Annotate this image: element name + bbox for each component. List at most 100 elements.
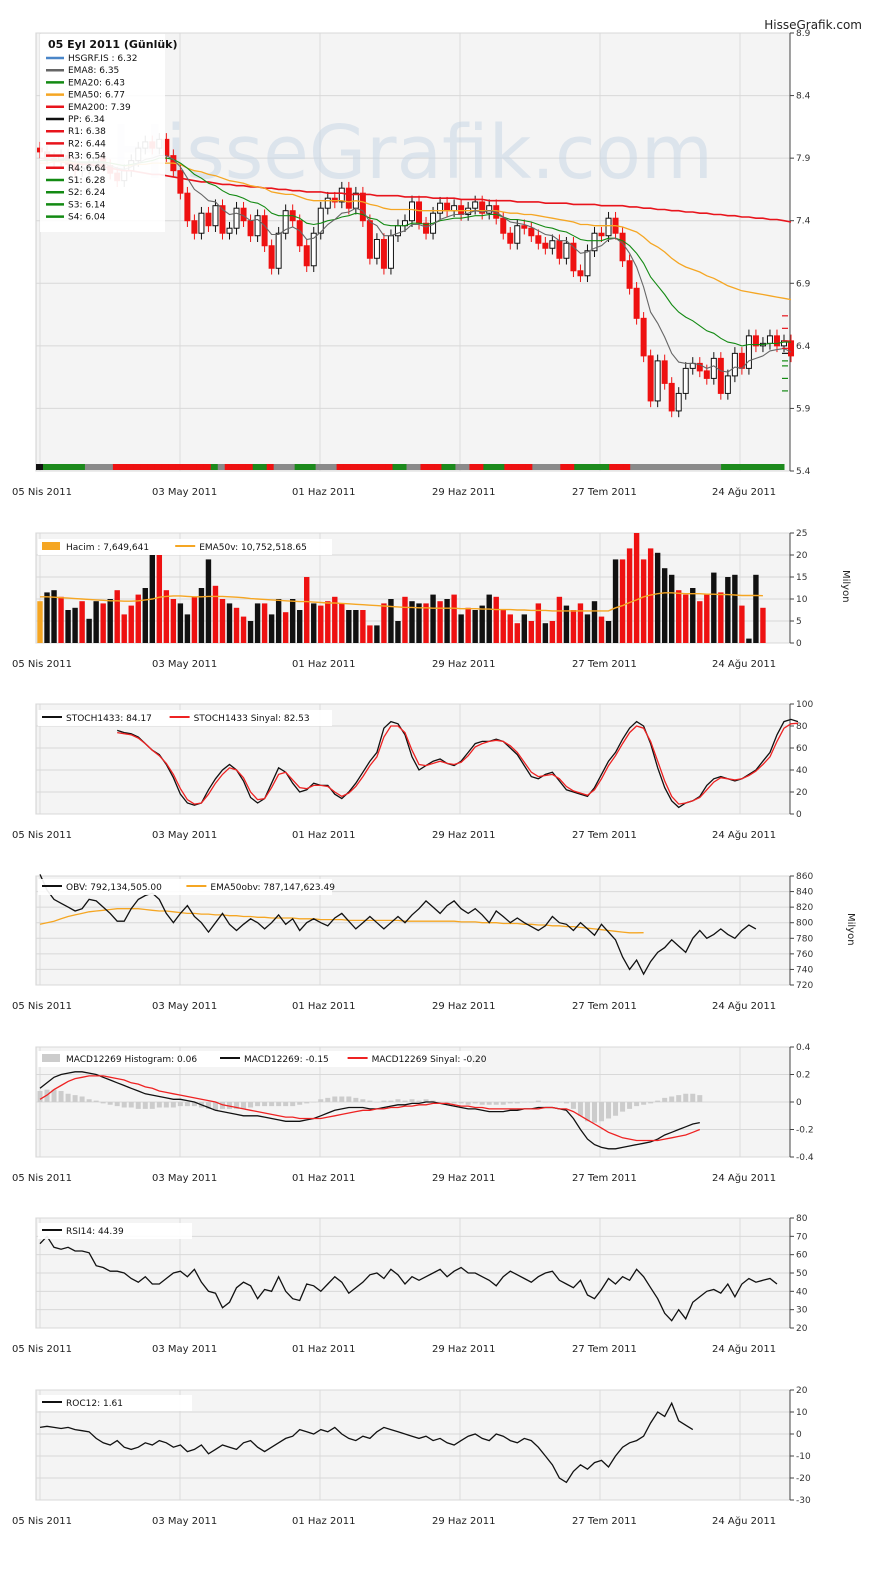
candle-body-86 bbox=[640, 317, 647, 357]
date-label-2: 01 Haz 2011 bbox=[292, 830, 355, 841]
macd-hist-bar-74 bbox=[556, 1102, 562, 1103]
candle-body-72 bbox=[542, 242, 549, 249]
legend-label-6: R1: 6.38 bbox=[68, 127, 106, 137]
price-legend: 05 Eyl 2011 (Günlük) HSGRF.IS : 6.32 EMA8:… bbox=[40, 34, 178, 232]
trend-strip-45 bbox=[350, 464, 359, 470]
date-label-4: 27 Tem 2011 bbox=[572, 659, 637, 670]
macd-hist-bar-11 bbox=[114, 1102, 120, 1107]
macd-hist-bar-59 bbox=[451, 1102, 457, 1104]
ytick-label-0: -30 bbox=[796, 1496, 811, 1506]
ytick-label-3: 0.2 bbox=[796, 1071, 810, 1081]
trend-strip-25 bbox=[210, 464, 219, 470]
volume-bar-9 bbox=[100, 603, 106, 643]
macd-hist-bar-29 bbox=[241, 1102, 247, 1109]
trend-strip-43 bbox=[336, 464, 345, 470]
price-chart-title: 05 Eyl 2011 (Günlük) bbox=[48, 38, 178, 51]
volume-bar-99 bbox=[732, 574, 738, 643]
trend-strip-57 bbox=[434, 464, 442, 470]
rsi-panel: 20 30 40 50 60 70 80 05 Nis 2011 03 May 2011 01 H… bbox=[12, 1214, 808, 1355]
macd-hist-bar-81 bbox=[606, 1102, 612, 1119]
volume-bar-17 bbox=[156, 555, 163, 643]
volume-bar-61 bbox=[465, 607, 471, 643]
macd-hist-bar-20 bbox=[177, 1102, 183, 1107]
volume-bar-83 bbox=[619, 559, 626, 643]
legend-label-4: EMA200: 7.39 bbox=[68, 103, 131, 113]
volume-bar-35 bbox=[282, 612, 289, 643]
trend-strip-26 bbox=[217, 464, 226, 470]
ytick-label-1: 30 bbox=[796, 1306, 808, 1316]
macd-hist-bar-82 bbox=[613, 1102, 619, 1116]
trend-strip-60 bbox=[455, 464, 463, 470]
trend-strip-63 bbox=[476, 464, 484, 470]
volume-unit: Milyon bbox=[840, 570, 851, 603]
volume-bar-73 bbox=[549, 621, 556, 643]
volume-bar-94 bbox=[697, 601, 703, 643]
volume-bar-32 bbox=[261, 603, 268, 643]
volume-bar-33 bbox=[268, 614, 275, 643]
trend-strip-95 bbox=[700, 464, 708, 470]
ytick-label-2: 40 bbox=[796, 1287, 808, 1297]
ytick-label-3: 780 bbox=[796, 934, 813, 944]
volume-legend-swatch-0 bbox=[42, 542, 60, 550]
volume-bar-41 bbox=[325, 601, 331, 643]
trend-strip-65 bbox=[490, 464, 498, 470]
trend-strip-55 bbox=[420, 464, 428, 470]
trend-strip-83 bbox=[616, 464, 624, 470]
candle-body-95 bbox=[703, 370, 710, 379]
ytick-label-1: -0.2 bbox=[796, 1126, 814, 1136]
macd-hist-bar-40 bbox=[318, 1099, 324, 1102]
volume-bar-88 bbox=[654, 552, 661, 643]
macd-hist-bar-34 bbox=[276, 1102, 282, 1107]
stoch-panel: 02040608010005 Nis 2011 03 May 2011 01 Haz… bbox=[12, 700, 813, 841]
candle-body-31 bbox=[254, 215, 261, 237]
macd-legend-label-2: MACD12269 Sinyal: -0.20 bbox=[372, 1055, 487, 1065]
volume-bar-31 bbox=[254, 603, 261, 643]
macd-hist-bar-44 bbox=[346, 1096, 352, 1102]
macd-hist-bar-42 bbox=[332, 1096, 338, 1102]
legend-label-5: PP: 6.34 bbox=[68, 115, 105, 125]
volume-bar-3 bbox=[58, 596, 64, 643]
trend-strip-0 bbox=[36, 464, 44, 470]
candle-body-99 bbox=[731, 352, 738, 377]
ytick-label-2: 0 bbox=[796, 1098, 802, 1108]
volume-bar-82 bbox=[612, 559, 619, 643]
trend-strip-82 bbox=[609, 464, 617, 470]
date-label-4: 27 Tem 2011 bbox=[572, 487, 637, 498]
candle-body-62 bbox=[472, 201, 479, 209]
legend-label-9: R4: 6.64 bbox=[68, 164, 106, 174]
macd-hist-bar-31 bbox=[255, 1102, 261, 1107]
volume-bar-37 bbox=[296, 610, 303, 643]
candle-body-27 bbox=[226, 227, 233, 234]
trend-strip-1 bbox=[42, 464, 51, 470]
candle-body-89 bbox=[661, 360, 668, 384]
candle-body-74 bbox=[556, 240, 563, 259]
volume-bar-85 bbox=[633, 533, 640, 643]
date-label-0: 05 Nis 2011 bbox=[12, 1001, 72, 1012]
volume-bar-70 bbox=[528, 621, 535, 643]
macd-hist-bar-91 bbox=[676, 1095, 682, 1102]
volume-bar-49 bbox=[381, 603, 387, 643]
ytick-label-0: 5.4 bbox=[796, 467, 811, 477]
ytick-label-6: 840 bbox=[796, 888, 813, 898]
candle-body-58 bbox=[444, 202, 451, 212]
volume-bar-25 bbox=[212, 585, 219, 643]
volume-bar-36 bbox=[289, 599, 296, 643]
macd-hist-bar-73 bbox=[549, 1102, 555, 1103]
ytick-label-6: 8.4 bbox=[796, 92, 811, 102]
macd-hist-bar-9 bbox=[100, 1102, 106, 1104]
trend-strip-68 bbox=[511, 464, 519, 470]
macd-hist-bar-18 bbox=[163, 1102, 169, 1108]
volume-bar-21 bbox=[184, 614, 191, 643]
trend-strip-5 bbox=[70, 464, 79, 470]
macd-hist-bar-10 bbox=[107, 1102, 113, 1105]
macd-hist-bar-83 bbox=[620, 1102, 626, 1112]
volume-bar-13 bbox=[128, 605, 134, 643]
trend-strip-101 bbox=[742, 464, 750, 470]
date-label-4: 27 Tem 2011 bbox=[572, 1173, 637, 1184]
legend-label-8: R3: 6.54 bbox=[68, 152, 106, 162]
trend-strip-77 bbox=[574, 464, 582, 470]
obv-unit: Milyon bbox=[845, 913, 856, 946]
trend-strip-94 bbox=[693, 464, 701, 470]
macd-hist-bar-92 bbox=[683, 1093, 689, 1102]
legend-label-13: S4: 6.04 bbox=[68, 213, 106, 223]
